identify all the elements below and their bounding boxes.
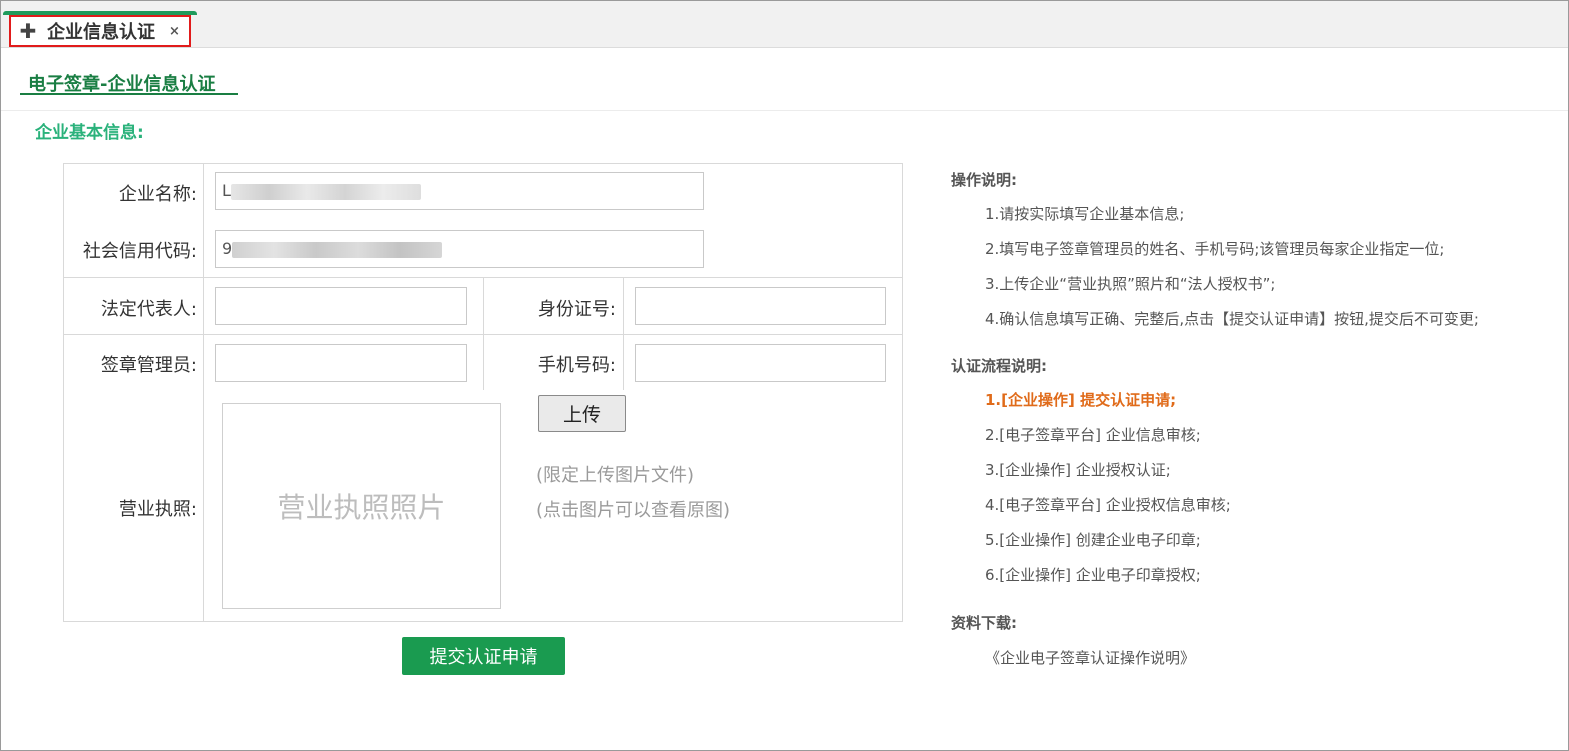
credit-code-value: 9	[222, 239, 233, 258]
phone-input[interactable]	[635, 344, 886, 382]
company-name-label: 企业名称:	[118, 184, 197, 205]
seal-admin-label: 签章管理员:	[100, 355, 197, 376]
instruction-item: 2.填写电子签章管理员的姓名、手机号码;该管理员每家企业指定一位;	[985, 240, 1445, 258]
title-underline	[20, 93, 238, 95]
license-photo[interactable]: 营业执照照片	[222, 403, 501, 609]
process-title: 认证流程说明:	[951, 357, 1047, 375]
plus-icon: ✚	[19, 19, 37, 43]
tab-company-info-auth[interactable]: ✚ 企业信息认证 ×	[9, 15, 191, 47]
credit-code-input[interactable]: 9	[215, 230, 704, 268]
process-step: 2.[电子签章平台] 企业信息审核;	[985, 426, 1201, 444]
instruction-item: 4.确认信息填写正确、完整后,点击【提交认证申请】按钮,提交后不可变更;	[985, 310, 1479, 328]
submit-button[interactable]: 提交认证申请	[402, 637, 565, 675]
tab-bar	[1, 1, 1568, 48]
form-divider	[203, 390, 204, 622]
phone-label: 手机号码:	[537, 355, 616, 376]
company-name-value: L	[222, 181, 231, 200]
view-original-hint: (点击图片可以查看原图)	[536, 500, 731, 521]
credit-code-label: 社会信用代码:	[82, 241, 197, 262]
redacted-text	[232, 241, 443, 258]
process-step: 5.[企业操作] 创建企业电子印章;	[985, 531, 1201, 549]
form-divider	[483, 277, 484, 390]
seal-admin-input[interactable]	[215, 344, 467, 382]
upload-hint: (限定上传图片文件)	[536, 465, 695, 486]
legal-rep-input[interactable]	[215, 287, 467, 325]
subheader	[1, 48, 1568, 111]
instruction-item: 1.请按实际填写企业基本信息;	[985, 205, 1185, 223]
id-number-input[interactable]	[635, 287, 886, 325]
upload-button[interactable]: 上传	[538, 395, 626, 432]
form-divider	[623, 277, 624, 390]
section-title: 企业基本信息:	[35, 123, 144, 143]
license-label: 营业执照:	[118, 499, 197, 520]
process-step: 6.[企业操作] 企业电子印章授权;	[985, 566, 1201, 584]
download-link[interactable]: 《企业电子签章认证操作说明》	[985, 647, 1195, 668]
close-icon[interactable]: ×	[169, 24, 180, 39]
process-step: 3.[企业操作] 企业授权认证;	[985, 461, 1171, 479]
id-number-label: 身份证号:	[537, 299, 616, 320]
instruction-item: 3.上传企业“营业执照”照片和“法人授权书”;	[985, 275, 1276, 293]
process-step: 4.[电子签章平台] 企业授权信息审核;	[985, 496, 1231, 514]
company-name-input[interactable]: L	[215, 172, 704, 210]
process-step-active: 1.[企业操作] 提交认证申请;	[985, 391, 1177, 409]
instructions-title: 操作说明:	[951, 171, 1017, 189]
legal-rep-label: 法定代表人:	[100, 299, 197, 320]
redacted-text	[230, 183, 421, 200]
download-title: 资料下载:	[951, 614, 1017, 632]
tab-title: 企业信息认证	[47, 22, 155, 43]
